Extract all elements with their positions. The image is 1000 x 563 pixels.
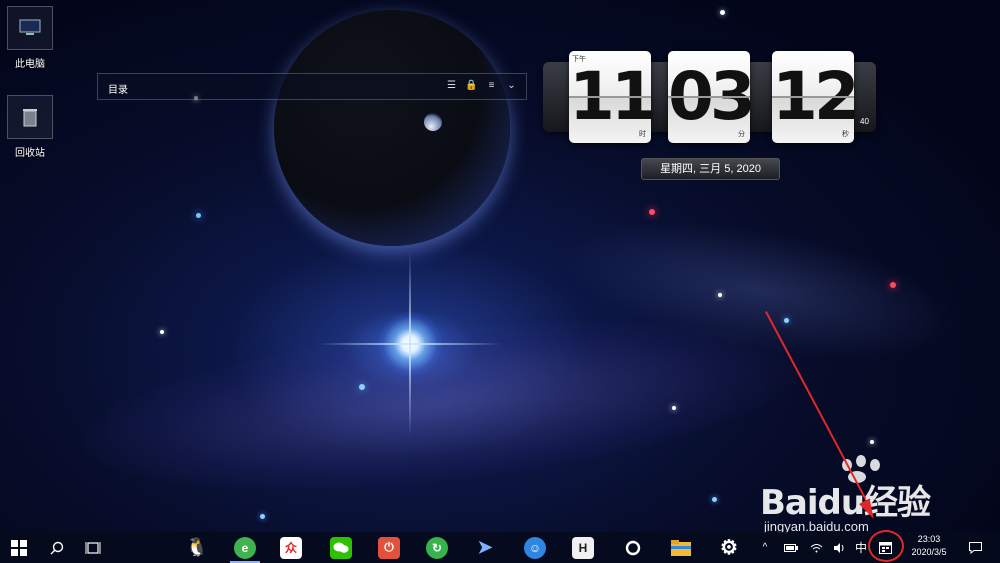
tray-clock[interactable]: 23:03 2020/3/5 <box>905 533 953 559</box>
star <box>672 406 676 410</box>
star <box>260 514 265 519</box>
power-app-icon: ⏻ <box>378 536 400 559</box>
hour-card: 下午 11 时 <box>569 51 657 143</box>
toolbar-title: 目录 <box>108 85 128 96</box>
watermark-brand: Baidu经验 <box>760 483 931 523</box>
moon <box>424 113 442 131</box>
second-card: 12 秒 <box>772 51 860 143</box>
nebula-cloud <box>74 292 806 518</box>
blue-penguin-icon: ☺ <box>524 536 546 559</box>
red-circle-highlight <box>868 530 904 562</box>
task-view-icon <box>85 541 101 554</box>
card-split <box>569 96 651 98</box>
taskbar-app-settings[interactable]: ⚙ <box>710 532 748 563</box>
minute-unit: 分 <box>738 131 745 138</box>
gear-icon: ⚙ <box>720 537 738 559</box>
chevron-up-icon: ^ <box>762 542 768 553</box>
tray-time: 23:03 <box>917 534 941 544</box>
star <box>712 497 717 502</box>
taskbar-app-wechat[interactable] <box>322 532 360 563</box>
desktop-icon-label: 此电脑 <box>15 59 45 70</box>
tray-overflow-button[interactable]: ^ <box>758 532 772 563</box>
qq-penguin-icon: 🐧 <box>185 537 209 557</box>
toolbar-tools: ☰ 🔒 ≡ ⌄ <box>445 79 518 93</box>
taskbar-app-browser[interactable]: e <box>226 532 264 563</box>
taskbar-app-explorer[interactable] <box>662 532 700 563</box>
folder-icon <box>671 539 691 556</box>
card-split <box>668 96 750 98</box>
star <box>718 293 722 297</box>
action-center-button[interactable] <box>962 532 988 563</box>
menu-icon[interactable]: ≡ <box>485 79 498 93</box>
taskbar-app-circle[interactable] <box>614 532 652 563</box>
search-button[interactable] <box>40 532 74 563</box>
star <box>720 10 725 15</box>
star <box>359 384 365 390</box>
nebula-cloud-right <box>552 196 968 384</box>
task-view-button[interactable] <box>76 532 110 563</box>
directory-toolbar[interactable]: 目录 ☰ 🔒 ≡ ⌄ <box>97 73 527 100</box>
taskbar-app-plane[interactable]: ➤ <box>466 532 504 563</box>
star <box>649 209 655 215</box>
hour-unit: 时 <box>639 131 646 138</box>
tray-volume[interactable] <box>832 532 848 563</box>
battery-icon <box>784 543 798 552</box>
taskbar-app-blue-penguin[interactable]: ☺ <box>516 532 554 563</box>
paper-plane-icon: ➤ <box>477 537 493 557</box>
red-app-icon: 众 <box>280 536 302 559</box>
h-app-icon: H <box>572 536 594 559</box>
desktop-icon-recycle-bin[interactable]: 回收站 <box>2 95 58 159</box>
green-refresh-icon: ↻ <box>426 536 448 559</box>
speaker-icon <box>834 542 844 553</box>
circle-icon <box>625 540 641 555</box>
star <box>890 282 896 288</box>
taskbar-app-qq[interactable]: 🐧 <box>178 532 216 563</box>
taskbar-app-refresh[interactable]: ↻ <box>418 532 456 563</box>
star <box>870 440 874 444</box>
second-unit: 秒 <box>842 131 849 138</box>
desktop-icon-label: 回收站 <box>15 148 45 159</box>
minute-card: 03 分 <box>668 51 756 143</box>
lock-icon[interactable]: 🔒 <box>465 79 478 93</box>
computer-icon <box>7 6 53 50</box>
small-seconds: 40 <box>860 117 869 126</box>
taskbar-app-h[interactable]: H <box>564 532 602 563</box>
taskbar-app-power[interactable]: ⏻ <box>370 532 408 563</box>
list-icon[interactable]: ☰ <box>445 79 458 93</box>
tray-battery[interactable] <box>782 532 800 563</box>
clock-date: 星期四, 三月 5, 2020 <box>641 158 780 180</box>
taskbar: 🐧 e 众 ⏻ ↻ ➤ ☺ H ⚙ ^ 中 23:03 2020/3/5 <box>0 532 1000 563</box>
search-icon <box>50 541 64 554</box>
tray-date: 2020/3/5 <box>911 547 947 557</box>
desktop-icon-this-pc[interactable]: 此电脑 <box>2 6 58 70</box>
star <box>784 318 789 323</box>
planet <box>274 10 510 246</box>
chevron-down-icon[interactable]: ⌄ <box>505 79 518 93</box>
wechat-icon <box>330 536 352 559</box>
browser-e-icon: e <box>234 536 256 559</box>
start-button[interactable] <box>0 532 38 563</box>
wifi-icon <box>810 543 822 552</box>
notification-icon <box>968 541 982 554</box>
windows-start-icon <box>11 539 27 556</box>
recycle-bin-icon <box>7 95 53 139</box>
tray-network[interactable] <box>808 532 824 563</box>
star <box>196 213 201 218</box>
star <box>160 330 164 334</box>
taskbar-app-red[interactable]: 众 <box>272 532 310 563</box>
bright-blue-star <box>318 252 502 436</box>
ime-label: 中 <box>854 541 867 555</box>
card-split <box>772 96 854 98</box>
